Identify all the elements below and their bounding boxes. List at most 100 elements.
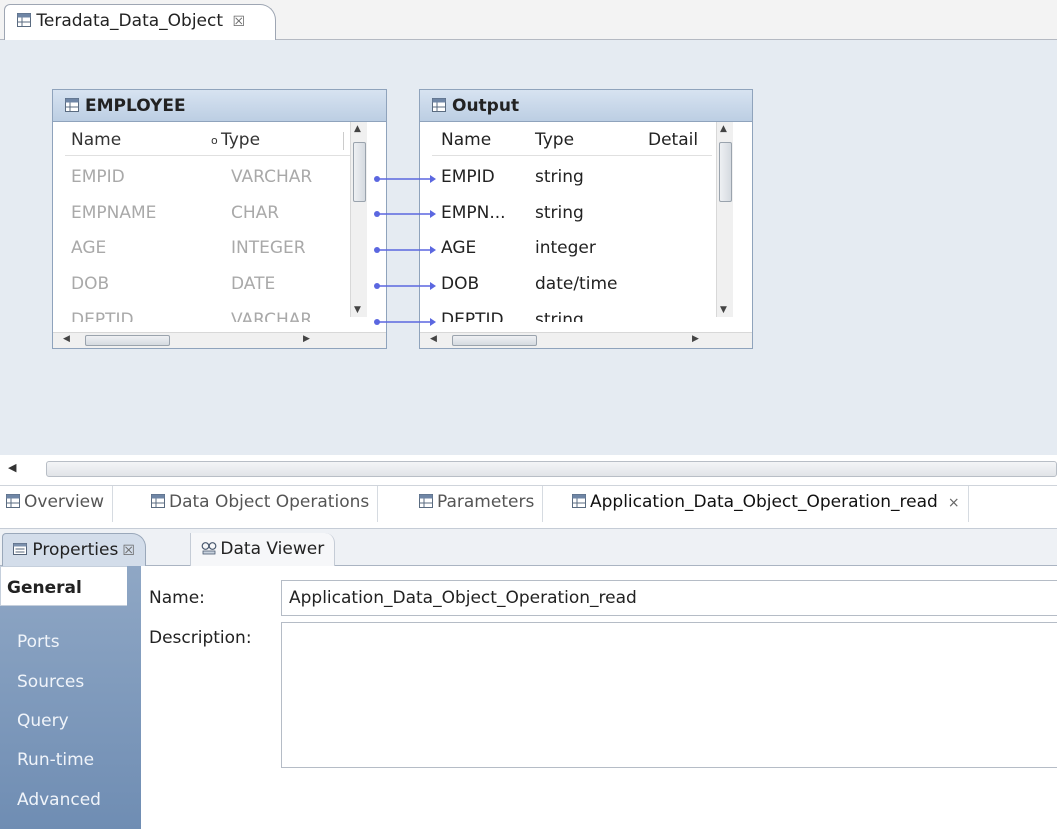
properties-icon (13, 542, 27, 556)
scroll-thumb[interactable] (353, 142, 366, 202)
port-name: EMPID (441, 167, 495, 187)
scroll-right-icon[interactable]: ▶ (692, 334, 699, 344)
scroll-left-icon[interactable]: ◀ (8, 461, 16, 474)
table-row[interactable]: EMPNAME CHAR (65, 195, 350, 231)
scroll-left-icon[interactable]: ◀ (63, 334, 70, 344)
sidebar-item-sources[interactable]: Sources (17, 672, 84, 692)
table-row[interactable]: EMPID VARCHAR (65, 159, 350, 195)
port-name: DEPTID (441, 310, 504, 322)
scroll-down-icon[interactable]: ▼ (720, 305, 727, 315)
sort-indicator-icon: o (211, 134, 218, 147)
employee-horizontal-scrollbar[interactable]: ◀ ▶ (53, 332, 386, 348)
table-icon (151, 494, 165, 508)
output-table[interactable]: Output Name Type Detail EMPID string EMP… (419, 89, 753, 349)
description-label: Description: (149, 628, 252, 648)
sidebar-item-ports[interactable]: Ports (17, 632, 60, 652)
mapping-canvas[interactable]: EMPLOYEE Name o Type EMPID VARCHAR EMPNA… (0, 40, 1057, 455)
tab-application-data-object-operation-read[interactable]: Application_Data_Object_Operation_read × (566, 486, 969, 522)
canvas-horizontal-scrollbar[interactable]: ◀ (0, 455, 1057, 485)
sidebar-item-query[interactable]: Query (17, 711, 69, 731)
scroll-up-icon[interactable]: ▲ (720, 124, 727, 134)
table-icon (6, 494, 20, 508)
scroll-thumb[interactable] (85, 335, 170, 346)
properties-sidebar: General Ports Sources Query Run-time Adv… (0, 566, 141, 829)
employee-table[interactable]: EMPLOYEE Name o Type EMPID VARCHAR EMPNA… (52, 89, 387, 349)
editor-tab-label: Teradata_Data_Object (36, 11, 224, 31)
column-header-type[interactable]: Type (221, 130, 260, 150)
employee-table-title[interactable]: EMPLOYEE (53, 90, 386, 122)
port-name: DOB (71, 274, 110, 294)
port-type: INTEGER (231, 238, 306, 258)
properties-tab-bar: Properties ☒ Data Viewer (0, 528, 1057, 567)
editor-tab-bar: Teradata_Data_Object ☒ (0, 0, 1057, 41)
table-icon (432, 98, 446, 112)
port-name: DEPTID (71, 310, 134, 322)
table-row[interactable]: DEPTID VARCHAR (65, 302, 350, 322)
table-icon (419, 494, 433, 508)
column-header-row: Name o Type (65, 122, 350, 156)
column-header-name[interactable]: Name (441, 130, 491, 150)
port-type: string (535, 310, 584, 322)
port-type: date/time (535, 274, 618, 294)
tab-label: Application_Data_Object_Operation_read (590, 492, 938, 512)
editor-tab[interactable]: Teradata_Data_Object ☒ (4, 4, 276, 41)
tab-label: Data Object Operations (169, 492, 370, 512)
output-horizontal-scrollbar[interactable]: ◀ ▶ (420, 332, 752, 348)
table-row[interactable]: DEPTID string (432, 302, 712, 322)
column-divider (343, 132, 344, 150)
table-row[interactable]: DOB date/time (432, 266, 712, 302)
sidebar-item-run-time[interactable]: Run-time (17, 750, 94, 770)
sidebar-item-general[interactable]: General (0, 566, 127, 606)
column-header-name[interactable]: Name (71, 130, 121, 150)
scroll-thumb[interactable] (46, 461, 1057, 477)
sidebar-item-advanced[interactable]: Advanced (17, 790, 101, 810)
scroll-left-icon[interactable]: ◀ (430, 334, 437, 344)
table-row[interactable]: EMPN... string (432, 195, 712, 231)
scroll-down-icon[interactable]: ▼ (354, 305, 361, 315)
column-header-type[interactable]: Type (535, 130, 574, 150)
table-icon (572, 494, 586, 508)
table-row[interactable]: AGE integer (432, 230, 712, 266)
output-table-title[interactable]: Output (420, 90, 752, 122)
employee-vertical-scrollbar[interactable]: ▲ ▼ (350, 122, 367, 317)
table-row[interactable]: AGE INTEGER (65, 230, 350, 266)
name-field[interactable]: Application_Data_Object_Operation_read (281, 580, 1057, 616)
scroll-up-icon[interactable]: ▲ (354, 124, 361, 134)
column-header-row: Name Type Detail (432, 122, 712, 156)
column-header-detail[interactable]: Detail (648, 130, 698, 150)
port-type: string (535, 203, 584, 223)
port-name: AGE (71, 238, 107, 258)
port-type: DATE (231, 274, 276, 294)
name-label: Name: (149, 588, 205, 608)
port-type: CHAR (231, 203, 280, 223)
tab-overview[interactable]: Overview (0, 486, 114, 522)
close-icon[interactable]: ☒ (122, 543, 135, 559)
scroll-right-icon[interactable]: ▶ (303, 334, 310, 344)
output-vertical-scrollbar[interactable]: ▲ ▼ (716, 122, 733, 317)
tab-properties[interactable]: Properties ☒ (2, 533, 146, 567)
table-row[interactable]: DOB DATE (65, 266, 350, 302)
port-name: AGE (441, 238, 477, 258)
properties-panel: General Ports Sources Query Run-time Adv… (0, 566, 1057, 829)
description-field[interactable] (281, 622, 1057, 768)
close-icon[interactable]: ☒ (232, 14, 245, 30)
scroll-thumb[interactable] (719, 142, 732, 202)
close-icon[interactable]: × (948, 495, 960, 511)
tab-label: Parameters (437, 492, 535, 512)
tab-parameters[interactable]: Parameters (413, 486, 544, 522)
table-row[interactable]: EMPID string (432, 159, 712, 195)
port-type: string (535, 167, 584, 187)
scroll-thumb[interactable] (452, 335, 537, 346)
port-type: integer (535, 238, 596, 258)
port-type: VARCHAR (231, 310, 313, 322)
tab-label: Properties (32, 540, 119, 560)
tab-data-object-operations[interactable]: Data Object Operations (145, 486, 379, 522)
table-title-text: Output (452, 96, 520, 116)
editor-view-tabs: Overview Data Object Operations Paramete… (0, 485, 1057, 522)
port-name: EMPNAME (71, 203, 157, 223)
port-type: VARCHAR (231, 167, 313, 187)
output-grid: Name Type Detail EMPID string EMPN... st… (420, 122, 752, 348)
tab-label: Overview (24, 492, 105, 512)
table-icon (65, 98, 79, 112)
tab-data-viewer[interactable]: Data Viewer (190, 533, 336, 567)
